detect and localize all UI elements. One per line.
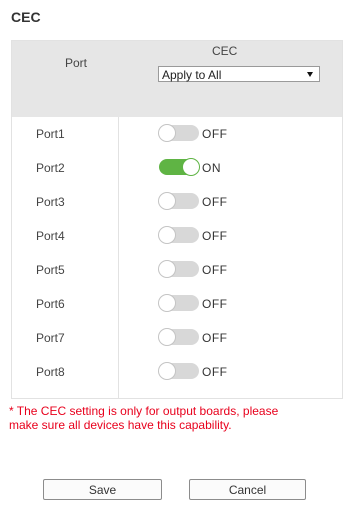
table-row-port3: Port3 OFF [12, 185, 342, 219]
toggle-knob [159, 295, 175, 311]
apply-to-all-select[interactable]: Apply to All [158, 66, 320, 82]
table-row-port8: Port8 OFF [12, 355, 342, 389]
cec-toggle-port1[interactable] [159, 125, 199, 141]
header-port: Port [64, 56, 87, 70]
toggle-state: OFF [202, 229, 228, 243]
port-label: Port4 [36, 229, 65, 243]
table-row-port1: Port1 OFF [12, 117, 342, 151]
cec-toggle-port2[interactable] [159, 159, 199, 175]
port-label: Port7 [36, 331, 65, 345]
toggle-knob [159, 125, 175, 141]
toggle-state: OFF [202, 263, 228, 277]
table-row-port7: Port7 OFF [12, 321, 342, 355]
note-line-2: make sure all devices have this capabili… [9, 418, 232, 432]
toggle-knob [183, 159, 199, 175]
cec-toggle-port3[interactable] [159, 193, 199, 209]
toggle-state: OFF [202, 195, 228, 209]
cec-toggle-port7[interactable] [159, 329, 199, 345]
toggle-state: OFF [202, 297, 228, 311]
table-row-port4: Port4 OFF [12, 219, 342, 253]
chevron-down-icon [307, 72, 313, 77]
cec-toggle-port8[interactable] [159, 363, 199, 379]
port-label: Port3 [36, 195, 65, 209]
note-line-1: * The CEC setting is only for output boa… [9, 404, 279, 418]
port-label: Port2 [36, 161, 65, 175]
cec-toggle-port5[interactable] [159, 261, 199, 277]
port-label: Port6 [36, 297, 65, 311]
save-button[interactable]: Save [43, 479, 162, 500]
toggle-knob [159, 193, 175, 209]
toggle-state: OFF [202, 331, 228, 345]
page-title: CEC [11, 9, 41, 25]
toggle-knob [159, 363, 175, 379]
table-header: Port CEC Apply to All [12, 41, 342, 117]
toggle-knob [159, 261, 175, 277]
toggle-state: ON [202, 161, 221, 175]
table-row-port5: Port5 OFF [12, 253, 342, 287]
port-label: Port1 [36, 127, 65, 141]
cec-toggle-port6[interactable] [159, 295, 199, 311]
port-label: Port5 [36, 263, 65, 277]
cec-port-table: Port CEC Apply to All Port1 OFF Port2 ON… [11, 40, 343, 399]
table-row-port6: Port6 OFF [12, 287, 342, 321]
cancel-button[interactable]: Cancel [189, 479, 306, 500]
toggle-knob [159, 329, 175, 345]
toggle-state: OFF [202, 127, 228, 141]
header-cec: CEC [212, 44, 238, 58]
toggle-knob [159, 227, 175, 243]
toggle-state: OFF [202, 365, 228, 379]
table-row-port2: Port2 ON [12, 151, 342, 185]
cec-toggle-port4[interactable] [159, 227, 199, 243]
port-label: Port8 [36, 365, 65, 379]
apply-to-all-value: Apply to All [162, 68, 222, 82]
cec-warning-note: * The CEC setting is only for output boa… [9, 404, 361, 432]
